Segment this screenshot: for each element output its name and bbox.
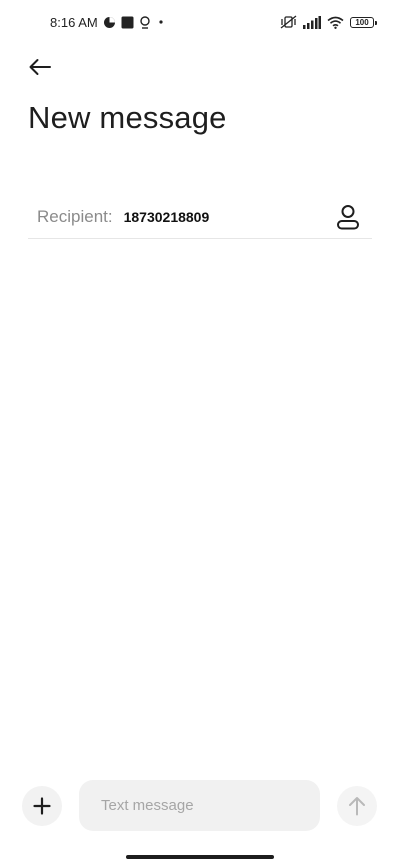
square-notification-icon [121,16,134,29]
dot-icon [156,17,166,27]
location-icon [139,15,151,29]
message-input[interactable] [79,780,320,831]
composer-bar [0,778,400,834]
page-title: New message [28,100,227,135]
home-indicator[interactable] [126,855,274,859]
contact-picker-button[interactable] [330,199,366,235]
recipient-field[interactable]: Recipient: 18730218809 [28,195,372,239]
status-left: 8:16 AM [50,15,166,30]
send-arrow-icon [348,796,366,816]
app-notification-icon [103,16,116,29]
status-bar: 8:16 AM 100 [0,0,400,44]
recipient-label: Recipient: [37,206,113,226]
status-right: 100 [280,15,377,29]
contact-icon [336,204,360,230]
back-button[interactable] [20,50,60,84]
battery-icon: 100 [350,16,377,28]
signal-icon [303,15,321,29]
send-button[interactable] [337,786,377,826]
attach-button[interactable] [22,786,62,826]
recipient-value[interactable]: 18730218809 [124,209,330,225]
status-time: 8:16 AM [50,14,98,30]
vibrate-off-icon [280,15,297,29]
back-arrow-icon [28,58,52,76]
battery-level: 100 [355,17,369,27]
new-message-screen: 8:16 AM 100 New message Recipient: 18730… [0,0,400,866]
plus-icon [33,797,51,815]
wifi-icon [327,16,344,29]
